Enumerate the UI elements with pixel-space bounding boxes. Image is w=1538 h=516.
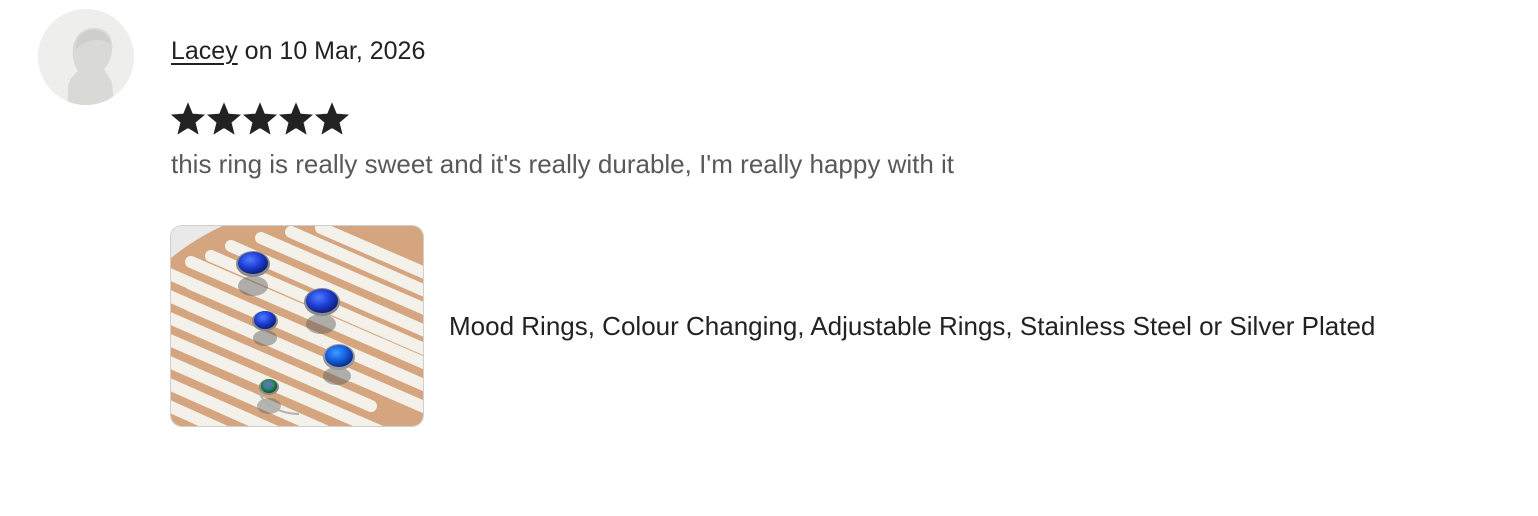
date-prefix: on (237, 37, 280, 65)
review-date: 10 Mar, 2026 (279, 37, 426, 65)
review-text: this ring is really sweet and it's reall… (171, 149, 955, 179)
review-byline: Lacey on 10 Mar, 2026 (171, 36, 425, 66)
star-icon (314, 100, 350, 138)
default-avatar-icon (38, 9, 134, 105)
star-icon (242, 100, 278, 138)
mood-rings-photo-icon (171, 226, 423, 426)
item-thumbnail[interactable] (170, 225, 424, 427)
star-icon (170, 100, 206, 138)
reviewer-name-link[interactable]: Lacey (171, 37, 238, 65)
star-icon (206, 100, 242, 138)
review-card: Lacey on 10 Mar, 2026 this ring is reall… (0, 0, 1538, 516)
item-title[interactable]: Mood Rings, Colour Changing, Adjustable … (449, 310, 1375, 342)
star-icon (278, 100, 314, 138)
reviewed-item-link[interactable]: Mood Rings, Colour Changing, Adjustable … (170, 224, 1530, 428)
star-rating (170, 100, 350, 138)
reviewer-avatar[interactable] (38, 9, 134, 105)
